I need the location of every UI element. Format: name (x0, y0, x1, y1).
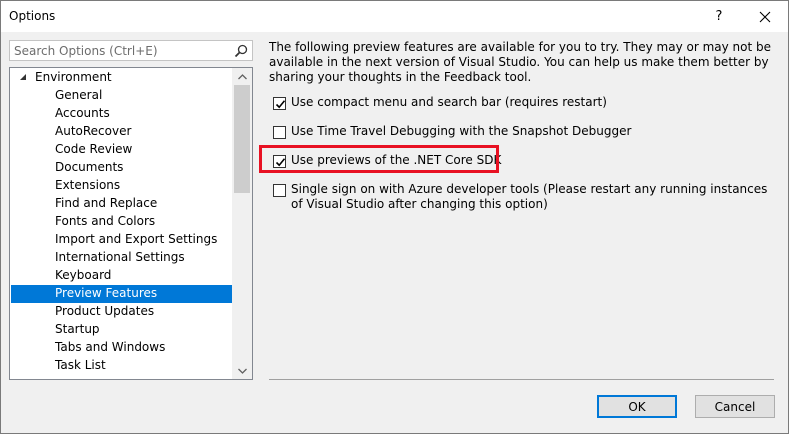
tree-item-label: Keyboard (55, 268, 112, 282)
tree-node-label: Environment (35, 70, 112, 84)
tree-item-label: Fonts and Colors (55, 214, 156, 228)
scroll-up-button[interactable] (232, 68, 252, 85)
tree-item-keyboard[interactable]: Keyboard (11, 267, 232, 285)
tree-item-label: International Settings (55, 250, 185, 264)
preview-description: The following preview features are avail… (269, 40, 772, 84)
footer-divider (269, 379, 774, 380)
help-button[interactable]: ? (696, 1, 742, 32)
tree-list: Environment General Accounts AutoRecover Co… (10, 68, 232, 379)
checkbox-azure-single-sign-on[interactable] (273, 184, 286, 197)
option-label: Use Time Travel Debugging with the Snaps… (291, 124, 632, 138)
chevron-down-icon (237, 368, 247, 374)
expand-arrow-icon[interactable] (19, 73, 27, 81)
tree-item-task-list[interactable]: Task List (11, 357, 232, 375)
option-label: Single sign on with Azure developer tool… (291, 182, 768, 211)
tree-node-environment[interactable]: Environment (10, 69, 232, 87)
tree-item-startup[interactable]: Startup (11, 321, 232, 339)
highlight-box (259, 145, 499, 173)
tree-scrollbar[interactable] (232, 68, 252, 379)
ok-button[interactable]: OK (597, 395, 677, 418)
tree-item-label: Import and Export Settings (55, 232, 218, 246)
checkbox-time-travel-debugging[interactable] (273, 126, 286, 139)
checkmark-icon (275, 100, 286, 109)
option-label: Use compact menu and search bar (require… (291, 95, 607, 109)
tree-item-label: AutoRecover (55, 124, 132, 138)
tree-item-label: Task List (55, 358, 106, 372)
search-icon[interactable] (233, 43, 249, 59)
tree-item-fonts-and-colors[interactable]: Fonts and Colors (11, 213, 232, 231)
tree-item-label: Tabs and Windows (55, 340, 166, 354)
scroll-down-button[interactable] (232, 362, 252, 379)
tree-item-autorecover[interactable]: AutoRecover (11, 123, 232, 141)
scroll-thumb[interactable] (234, 85, 250, 193)
tree-item-label: Product Updates (55, 304, 155, 318)
options-dialog: Options ? Environment General Accounts Aut… (0, 0, 789, 434)
tree-item-label: Code Review (55, 142, 133, 156)
tree-item-international-settings[interactable]: International Settings (11, 249, 232, 267)
tree-item-label: Find and Replace (55, 196, 158, 210)
window-title: Options (9, 9, 56, 23)
search-box[interactable] (9, 40, 253, 61)
tree-item-import-and-export-settings[interactable]: Import and Export Settings (11, 231, 232, 249)
tree-item-label: Startup (55, 322, 100, 336)
close-button[interactable] (742, 1, 788, 32)
tree-item-preview-features[interactable]: Preview Features (11, 285, 232, 303)
tree-item-label: Documents (55, 160, 124, 174)
tree-item-label: Preview Features (55, 286, 158, 300)
help-icon: ? (715, 9, 723, 24)
title-bar: Options ? (1, 1, 788, 32)
search-input[interactable] (10, 41, 230, 60)
chevron-up-icon (237, 73, 247, 79)
tree-item-find-and-replace[interactable]: Find and Replace (11, 195, 232, 213)
cancel-button[interactable]: Cancel (695, 395, 775, 418)
tree-item-label: Extensions (55, 178, 121, 192)
tree-item-accounts[interactable]: Accounts (11, 105, 232, 123)
tree-item-code-review[interactable]: Code Review (11, 141, 232, 159)
checkbox-compact-menu[interactable] (273, 97, 286, 110)
tree-item-label: General (55, 88, 103, 102)
tree-item-general[interactable]: General (11, 87, 232, 105)
tree-item-extensions[interactable]: Extensions (11, 177, 232, 195)
options-tree: Environment General Accounts AutoRecover Co… (9, 67, 253, 380)
tree-item-product-updates[interactable]: Product Updates (11, 303, 232, 321)
tree-item-label: Accounts (55, 106, 110, 120)
tree-item-tabs-and-windows[interactable]: Tabs and Windows (11, 339, 232, 357)
close-icon (759, 11, 771, 22)
tree-item-documents[interactable]: Documents (11, 159, 232, 177)
